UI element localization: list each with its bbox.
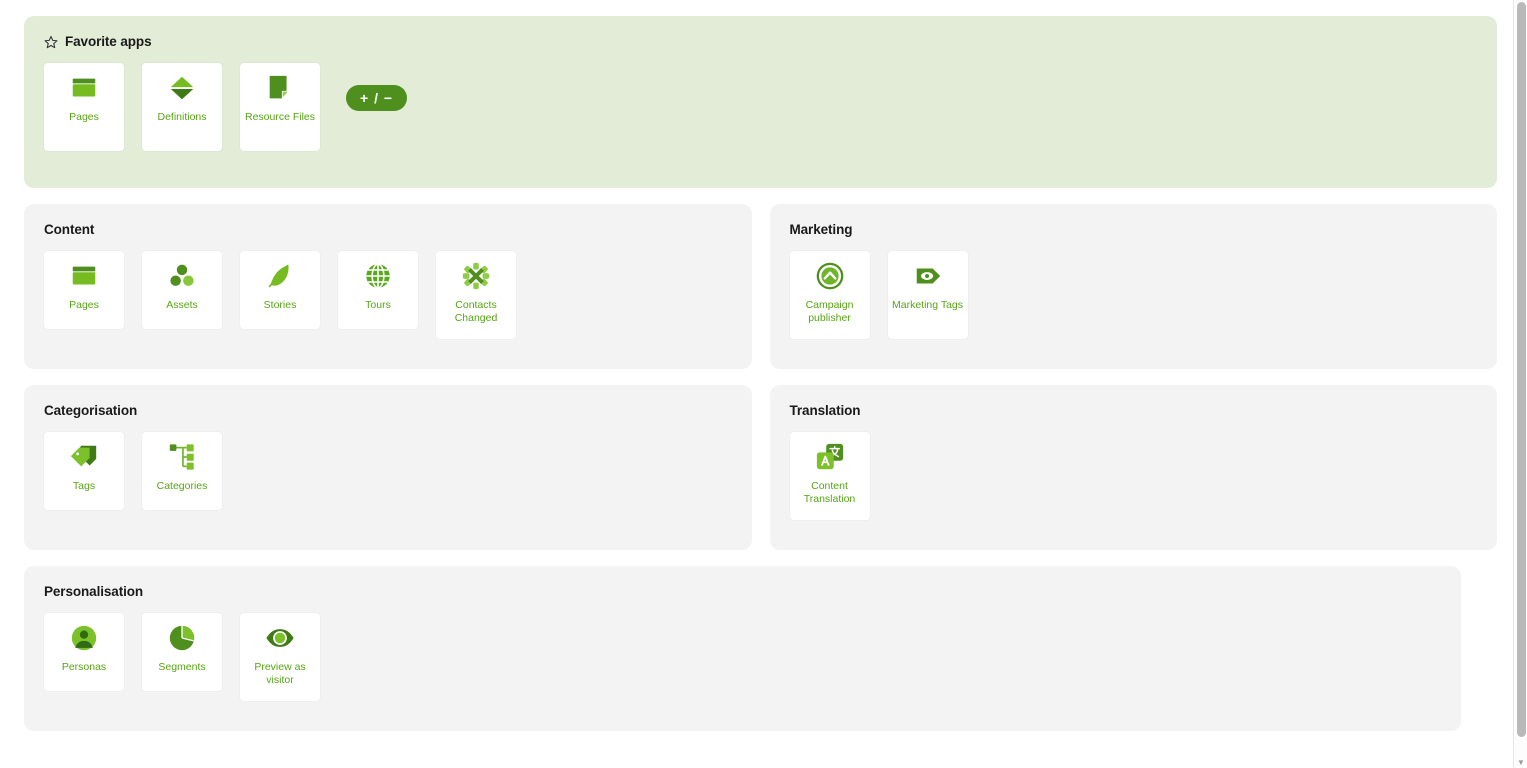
star-outline-icon [44,35,58,49]
favorite-apps-title: Favorite apps [65,34,152,49]
preview-eye-icon [265,623,295,653]
app-tile-label: Tours [365,299,391,311]
group-panel-translation: Translation Content Translation [769,385,1497,550]
stories-leaf-icon [265,261,295,291]
groups-row-2: Categorisation Tags Categories Translati… [24,385,1497,550]
pages-card-icon [69,73,99,103]
group-tile-list-content: Pages Assets Stories Tours Contacts Chan… [44,251,732,339]
campaign-publisher-circle-up-icon [815,261,845,291]
group-tile-list-translation: Content Translation [789,432,1478,520]
app-tile-tours[interactable]: Tours [338,251,418,329]
app-tile-label: Stories [263,299,297,311]
app-tile-label: Segments [158,661,206,673]
app-tile-definitions-favorite[interactable]: Definitions [142,63,222,151]
app-tile-preview-as-visitor[interactable]: Preview as visitor [240,613,320,701]
group-tile-list-categorisation: Tags Categories [44,432,732,510]
segments-pie-icon [167,623,197,653]
app-tile-label: Categories [156,480,208,492]
personas-avatar-icon [69,623,99,653]
app-tile-label: Resource Files [244,111,316,123]
app-tile-label: Preview as visitor [254,661,306,686]
group-title-marketing: Marketing [789,222,853,237]
app-tile-label: Contacts Changed [454,299,498,324]
group-panel-marketing: Marketing Campaign publisher Marketing T… [769,204,1497,369]
app-tile-label: Pages [69,299,99,311]
app-tile-contacts-changed[interactable]: Contacts Changed [436,251,516,339]
app-tile-label: Content Translation [803,480,856,505]
pages-card-icon [69,261,99,291]
app-tile-label: Campaign publisher [805,299,854,324]
group-panel-personalisation: Personalisation Personas Segments Previe… [24,566,1461,731]
app-tile-personas[interactable]: Personas [44,613,124,691]
app-tile-label: Marketing Tags [891,299,963,311]
tours-globe-icon [363,261,393,291]
app-tile-pages-favorite[interactable]: Pages [44,63,124,151]
group-title-categorisation: Categorisation [44,403,138,418]
definitions-diamond-icon [167,73,197,103]
app-tile-content-translation[interactable]: Content Translation [789,432,870,520]
page-content: Favorite apps Pages Definitions Resource… [0,0,1513,731]
tags-icon [69,442,99,472]
page-scroll-viewport: Favorite apps Pages Definitions Resource… [0,0,1513,768]
favorite-apps-tile-list: Pages Definitions Resource Files + / − [44,63,1477,151]
content-translation-icon [815,442,845,472]
group-tile-list-marketing: Campaign publisher Marketing Tags [789,251,1478,339]
app-root: Favorite apps Pages Definitions Resource… [0,0,1527,768]
app-tile-marketing-tags[interactable]: Marketing Tags [887,251,968,339]
vertical-scrollbar[interactable]: ▲ ▼ [1513,0,1527,768]
scrollbar-thumb[interactable] [1517,2,1526,737]
app-tile-categories[interactable]: Categories [142,432,222,510]
app-tile-segments[interactable]: Segments [142,613,222,691]
group-title-translation: Translation [789,403,861,418]
group-panel-categorisation: Categorisation Tags Categories [24,385,752,550]
app-tile-label: Tags [72,480,96,492]
group-panel-content: Content Pages Assets Stories Tours Conta… [24,204,752,369]
group-title-personalisation: Personalisation [44,584,144,599]
favorite-apps-title-row: Favorite apps [44,34,1477,49]
app-tile-resource-files-favorite[interactable]: Resource Files [240,63,320,151]
page-top-strip [0,0,1513,14]
app-tile-assets[interactable]: Assets [142,251,222,329]
resource-file-icon [265,73,295,103]
groups-row-3: Personalisation Personas Segments Previe… [24,566,1497,731]
favorite-apps-panel: Favorite apps Pages Definitions Resource… [24,16,1497,188]
app-tile-label: Pages [69,111,99,123]
scroll-down-arrow-icon[interactable]: ▼ [1516,758,1526,768]
marketing-tag-eye-icon [913,261,943,291]
app-tile-label: Personas [61,661,107,673]
app-tile-pages[interactable]: Pages [44,251,124,329]
app-tile-campaign-publisher[interactable]: Campaign publisher [789,251,870,339]
app-tile-label: Assets [166,299,198,311]
app-tile-stories[interactable]: Stories [240,251,320,329]
groups-row-1: Content Pages Assets Stories Tours Conta… [24,204,1497,369]
group-tile-list-personalisation: Personas Segments Preview as visitor [44,613,1441,701]
group-title-content: Content [44,222,95,237]
edit-favorites-button[interactable]: + / − [346,85,408,111]
categories-tree-icon [167,442,197,472]
app-tile-label: Definitions [157,111,207,123]
contacts-changed-asterisk-icon [461,261,491,291]
app-tile-tags[interactable]: Tags [44,432,124,510]
assets-circles-icon [167,261,197,291]
